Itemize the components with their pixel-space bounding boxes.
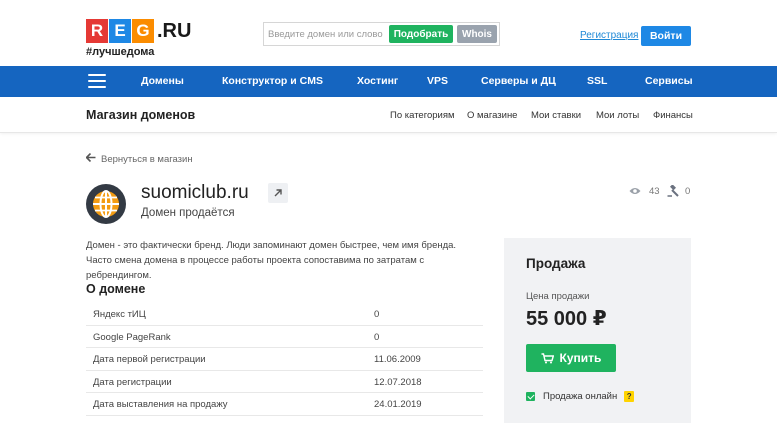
nav-item-vps[interactable]: VPS [427,75,448,87]
pick-domain-button[interactable]: Подобрать [389,25,453,43]
main-nav: Домены Конструктор и CMS Хостинг VPS Сер… [0,66,777,97]
back-label: Вернуться в магазин [101,153,193,165]
row-key: Яндекс тИЦ [93,309,146,320]
domain-description: Домен - это фактически бренд. Люди запом… [86,240,457,281]
subnav-link-my-bids[interactable]: Мои ставки [531,110,581,121]
views-count: 43 [649,186,660,197]
online-sale-row: Продажа онлайн ? [526,391,635,402]
nav-item-hosting[interactable]: Хостинг [357,75,398,87]
buy-button[interactable]: Купить [526,344,616,372]
logo-letter-e: E [109,19,131,43]
external-link-icon[interactable] [268,183,288,203]
domain-name: suomiclub.ru [141,182,249,203]
domain-status: Домен продаётся [141,207,235,219]
nav-item-servers[interactable]: Серверы и ДЦ [481,75,556,87]
help-icon[interactable]: ? [624,391,635,402]
table-row: Яндекс тИЦ 0 [86,303,483,326]
nav-item-services[interactable]: Сервисы [645,75,693,87]
eye-icon [629,188,641,194]
price-value: 55 000 ₽ [526,308,607,330]
table-row: Google PageRank 0 [86,326,483,348]
subnav-link-my-lots[interactable]: Мои лоты [596,110,639,121]
row-key: Дата выставления на продажу [93,399,228,410]
nav-item-builder-cms[interactable]: Конструктор и CMS [222,75,323,87]
bids-count: 0 [685,186,691,197]
tagline: #лучшедома [86,46,155,58]
menu-icon[interactable] [88,74,106,88]
online-sale-checkbox[interactable] [526,392,535,401]
about-domain-title: О домене [86,282,146,296]
logo-letter-g: G [132,19,154,43]
globe-icon [93,190,119,218]
nav-item-ssl[interactable]: SSL [587,75,607,87]
back-to-shop-link[interactable]: Вернуться в магазин [85,152,193,165]
row-key: Дата регистрации [93,376,172,388]
sale-panel: Продажа Цена продажи 55 000 ₽ Купить Про… [504,238,691,423]
row-value: 24.01.2019 [374,399,422,410]
online-sale-label: Продажа онлайн [543,391,618,402]
row-value: 12.07.2018 [374,376,422,388]
logo-suffix: .RU [157,19,192,42]
sale-title: Продажа [526,256,586,271]
domain-search-input[interactable] [268,25,386,43]
register-link[interactable]: Регистрация [580,30,638,41]
arrow-left-icon [85,152,96,165]
shop-subnav: Магазин доменов По категориям О магазине… [0,97,777,133]
row-value: 0 [374,331,380,343]
price-label: Цена продажи [526,291,590,302]
site-header: R E G .RU #лучшедома Подобрать Whois Рег… [0,0,777,66]
row-value: 11.06.2009 [374,354,421,365]
subnav-link-finance[interactable]: Финансы [653,110,693,121]
row-key: Дата первой регистрации [93,354,206,365]
subnav-link-categories[interactable]: По категориям [390,110,455,121]
table-row: Дата первой регистрации 11.06.2009 [86,348,483,371]
login-button[interactable]: Войти [641,26,691,46]
domain-search-box: Подобрать Whois [263,22,500,46]
table-row: Дата регистрации 12.07.2018 [86,371,483,393]
table-row: Дата выставления на продажу 24.01.2019 [86,393,483,416]
domain-globe-logo [86,184,126,224]
about-domain-table: Яндекс тИЦ 0 Google PageRank 0 Дата перв… [86,303,483,416]
row-key: Google PageRank [93,331,171,343]
shop-title[interactable]: Магазин доменов [86,108,195,122]
buy-label: Купить [559,351,602,365]
gavel-icon [667,185,679,197]
whois-button[interactable]: Whois [457,25,497,43]
logo-letter-r: R [86,19,108,43]
nav-item-domains[interactable]: Домены [141,75,184,87]
subnav-link-about-shop[interactable]: О магазине [467,110,517,121]
reg-ru-logo[interactable]: R E G .RU [86,17,191,45]
cart-icon [541,352,554,363]
row-value: 0 [374,309,380,320]
